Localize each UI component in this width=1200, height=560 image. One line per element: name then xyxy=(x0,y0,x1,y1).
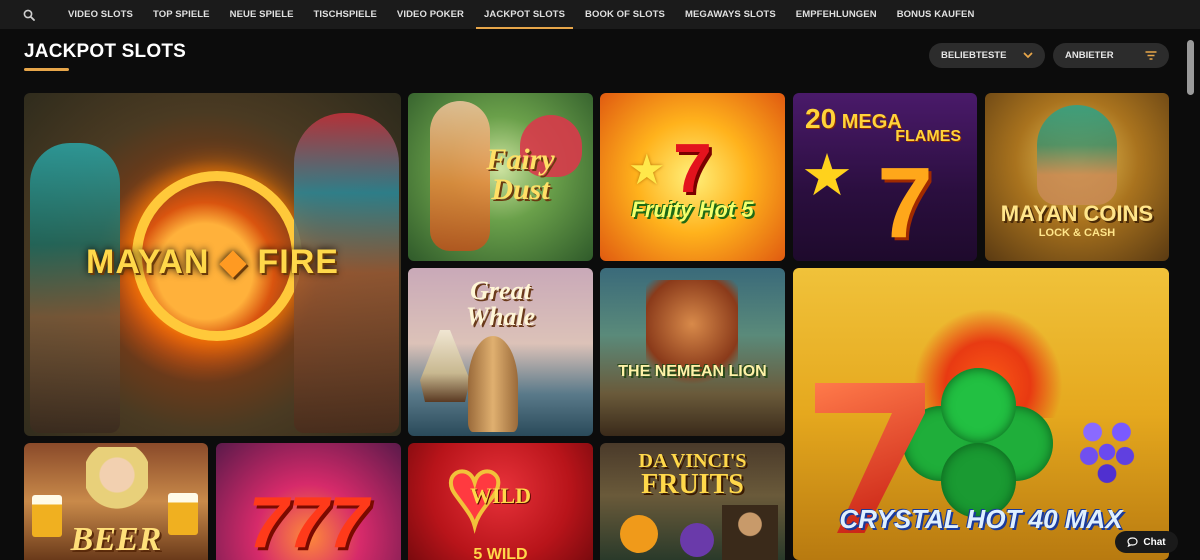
search-icon xyxy=(23,9,35,21)
nav-bonus-kaufen[interactable]: BONUS KAUFEN xyxy=(887,0,985,29)
game-title-line2: Dust xyxy=(491,173,550,206)
game-title-line2: Whale xyxy=(465,302,536,331)
chevron-down-icon xyxy=(1023,52,1033,59)
nav-tischspiele[interactable]: TISCHSPIELE xyxy=(304,0,387,29)
chat-bubble-icon xyxy=(1127,537,1138,547)
nav-video-poker[interactable]: VIDEO POKER xyxy=(387,0,474,29)
game-tile-da-vincis-fruits[interactable]: DA VINCI'S FRUITS xyxy=(600,443,785,560)
game-title: 777 xyxy=(248,483,369,560)
title-underline xyxy=(24,68,69,71)
game-title: MAYAN xyxy=(86,243,210,281)
game-tile-777[interactable]: 777 xyxy=(216,443,401,560)
nav-top-spiele[interactable]: TOP SPIELE xyxy=(143,0,220,29)
top-navigation: VIDEO SLOTS TOP SPIELE NEUE SPIELE TISCH… xyxy=(0,0,1200,29)
grapes-icon xyxy=(680,523,714,557)
nav-neue-spiele[interactable]: NEUE SPIELE xyxy=(220,0,304,29)
game-tile-nemean-lion[interactable]: THE NEMEAN LION xyxy=(600,268,785,436)
scrollbar-thumb[interactable] xyxy=(1187,40,1194,95)
game-tile-wild[interactable]: ♥ WILD 5 WILD xyxy=(408,443,593,560)
orange-icon xyxy=(620,515,658,553)
nav-empfehlungen[interactable]: EMPFEHLUNGEN xyxy=(786,0,887,29)
game-tile-fairy-dust[interactable]: Fairy Dust xyxy=(408,93,593,261)
game-title: BEER xyxy=(70,521,162,558)
nav-megaways-slots[interactable]: MEGAWAYS SLOTS xyxy=(675,0,786,29)
provider-filter-label: ANBIETER xyxy=(1065,50,1114,61)
game-title-suffix: FIRE xyxy=(257,243,339,281)
page-title: JACKPOT SLOTS xyxy=(24,41,187,62)
game-tile-beer[interactable]: BEER xyxy=(24,443,208,560)
game-tile-great-whale[interactable]: Great Whale xyxy=(408,268,593,436)
game-title: MAYAN COINS xyxy=(1000,201,1154,226)
game-tile-mega-flames[interactable]: 20 MEGA FLAMES ★ 7 xyxy=(793,93,977,261)
game-tile-crystal-hot-40-max[interactable]: CRYSTAL HOT 40 MAX xyxy=(793,268,1169,560)
provider-filter[interactable]: ANBIETER xyxy=(1053,43,1169,68)
ship-graphic xyxy=(420,330,470,402)
lucky-seven-icon: 7 xyxy=(673,129,712,207)
game-title-line2: FRUITS xyxy=(641,469,744,500)
scrollbar-track xyxy=(1186,33,1195,553)
sort-dropdown-label: BELIEBTESTE xyxy=(941,50,1007,61)
game-subtitle: LOCK & CASH xyxy=(1038,227,1116,239)
game-tile-mayan-coins[interactable]: MAYAN COINS LOCK & CASH xyxy=(985,93,1169,261)
game-title: CRYSTAL HOT 40 MAX xyxy=(839,504,1123,534)
queen-graphic xyxy=(1037,105,1117,205)
game-tile-mayan-fire[interactable]: MAYAN ◆ FIRE xyxy=(24,93,401,436)
diamond-icon: ◆ xyxy=(219,243,248,281)
game-tile-fruity-hot-5[interactable]: ★ 7 Fruity Hot 5 xyxy=(600,93,785,261)
mona-lisa-graphic xyxy=(722,505,778,560)
clover-icon xyxy=(903,368,1053,518)
game-title: THE NEMEAN LION xyxy=(618,363,767,380)
grapes-icon xyxy=(1071,408,1143,488)
game-title: Fairy xyxy=(486,143,555,176)
game-title: WILD xyxy=(469,483,532,508)
game-title: Fruity Hot 5 xyxy=(631,197,754,222)
chat-label: Chat xyxy=(1143,536,1166,548)
game-title: DA VINCI'S xyxy=(638,450,747,472)
sort-dropdown[interactable]: BELIEBTESTE xyxy=(929,43,1045,68)
chat-button[interactable]: Chat xyxy=(1115,531,1178,553)
nav-video-slots[interactable]: VIDEO SLOTS xyxy=(58,0,143,29)
warrior-left-graphic xyxy=(30,143,120,433)
whale-graphic xyxy=(468,336,518,432)
game-title: Great xyxy=(470,276,531,305)
game-subtitle: 5 WILD xyxy=(473,546,528,560)
nav-jackpot-slots[interactable]: JACKPOT SLOTS xyxy=(474,0,575,29)
search-button[interactable] xyxy=(0,0,58,29)
nav-book-of-slots[interactable]: BOOK OF SLOTS xyxy=(575,0,675,29)
lucky-seven-icon: 7 xyxy=(877,147,933,259)
woman-graphic xyxy=(86,447,148,527)
filter-icon xyxy=(1145,51,1157,60)
